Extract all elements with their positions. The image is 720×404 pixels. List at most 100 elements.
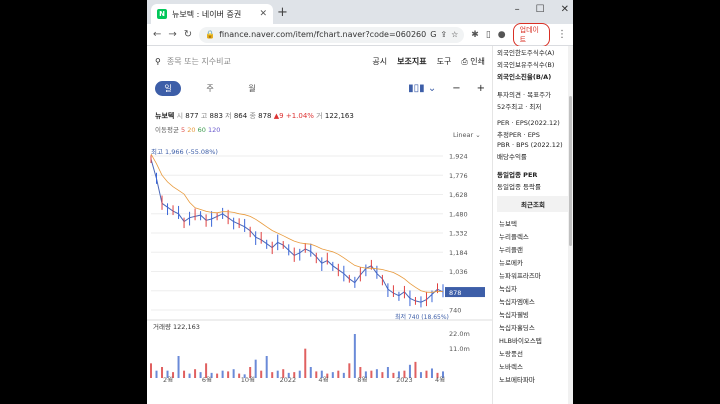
volume-tick-label: 11.0m xyxy=(449,345,470,353)
share-icon[interactable]: ⇪ xyxy=(440,30,447,39)
browser-window: N 뉴보텍 : 네이버 증권 ✕ + – ☐ ✕ ← → ↻ 🔒 finance… xyxy=(147,0,573,404)
period-week[interactable]: 주 xyxy=(197,83,223,94)
zoom-in-icon[interactable]: + xyxy=(477,83,485,94)
scale-select[interactable]: Linear ⌄ xyxy=(453,131,481,139)
x-tick-label: 8월 xyxy=(357,375,367,382)
volume-bar xyxy=(276,370,279,378)
stock-search-input[interactable]: 종목 또는 지수비교 xyxy=(167,56,373,67)
volume-bar xyxy=(419,372,422,378)
volume-bar xyxy=(392,372,395,378)
price-series-line xyxy=(150,158,444,303)
period-day[interactable]: 일 xyxy=(155,80,181,96)
volume-bar xyxy=(348,363,351,378)
volume-bar xyxy=(337,370,340,378)
minimize-icon[interactable]: – xyxy=(515,4,520,15)
price-tick-label: 1,332 xyxy=(449,230,468,238)
recent-stock-link[interactable]: 누리플렉스 xyxy=(493,229,573,242)
open-price: 877 xyxy=(185,112,199,120)
volume-bar xyxy=(216,373,219,378)
update-button[interactable]: 업데이트 xyxy=(512,22,550,47)
x-tick-label: 2023 xyxy=(396,376,413,382)
address-bar[interactable]: 🔒 finance.naver.com/item/fchart.naver?co… xyxy=(199,26,465,43)
recent-stock-link[interactable]: 뉴보텍 xyxy=(493,216,573,229)
reload-icon[interactable]: ↻ xyxy=(184,29,192,40)
zoom-out-icon[interactable]: − xyxy=(452,83,460,94)
google-icon[interactable]: G xyxy=(430,30,436,39)
volume-bar xyxy=(221,370,224,378)
price-change-pct: +1.04% xyxy=(285,112,314,120)
volume-bar xyxy=(309,367,312,378)
lock-icon: 🔒 xyxy=(205,30,216,39)
recent-stock-link[interactable]: 뉴파워프라즈마 xyxy=(493,268,573,281)
info-line: PBR · BPS (2022.12) xyxy=(497,141,563,149)
back-icon[interactable]: ← xyxy=(153,29,161,40)
volume-bar xyxy=(304,348,307,378)
recent-stock-link[interactable]: 노브메타파마 xyxy=(493,372,573,385)
high-price: 883 xyxy=(209,112,223,120)
recent-stock-link[interactable]: 노바렉스 xyxy=(493,359,573,372)
x-tick-label: 6월 xyxy=(202,375,212,382)
volume-bar xyxy=(370,370,373,378)
price-tick-label: 1,776 xyxy=(449,172,468,180)
price-tick-label: 740 xyxy=(449,307,461,315)
profile-icon[interactable]: ● xyxy=(498,30,506,40)
volume-bar xyxy=(260,370,263,378)
chart-page: ⚲ 종목 또는 지수비교 공시 보조지표 도구 ⎙ 인쇄 일 주 월 ▮▯▮ ⌄… xyxy=(147,46,492,404)
price-tick-label: 1,480 xyxy=(449,210,468,218)
maximize-icon[interactable]: ☐ xyxy=(536,4,545,15)
price-tick-label: 1,924 xyxy=(449,153,468,161)
menu-indicators[interactable]: 보조지표 xyxy=(397,56,426,67)
info-line: 외국인소진율(B/A) xyxy=(497,73,552,81)
close-window-icon[interactable]: ✕ xyxy=(561,4,569,15)
recent-stock-link[interactable]: HLB바이오스텝 xyxy=(493,333,573,346)
period-month[interactable]: 월 xyxy=(239,83,265,94)
menu-kebab-icon[interactable]: ⋮ xyxy=(557,29,567,40)
close-tab-icon[interactable]: ✕ xyxy=(259,9,267,19)
info-line: 외국인보유주식수(B) xyxy=(497,61,555,69)
candle-type-icon[interactable]: ▮▯▮ ⌄ xyxy=(408,83,436,94)
x-tick-label: 2022 xyxy=(280,376,297,382)
stock-name: 뉴보텍 xyxy=(155,112,175,120)
recent-stock-link[interactable]: 노랑풍선 xyxy=(493,346,573,359)
volume-panel-label: 거래량 122,163 xyxy=(153,322,200,331)
volume-bar xyxy=(177,356,180,378)
current-price-label: 878 xyxy=(449,289,461,297)
menu-disclosure[interactable]: 공시 xyxy=(372,56,387,67)
recent-stock-link[interactable]: 녹십자 xyxy=(493,281,573,294)
volume-bar xyxy=(194,369,197,378)
side-panel-icon[interactable]: ▯ xyxy=(486,30,491,40)
volume-bar xyxy=(414,361,417,378)
volume-bar xyxy=(232,369,235,378)
price-tick-label: 1,628 xyxy=(449,191,468,199)
forward-icon[interactable]: → xyxy=(168,29,176,40)
browser-tab[interactable]: N 뉴보텍 : 네이버 증권 ✕ xyxy=(151,4,273,24)
menu-print[interactable]: ⎙ 인쇄 xyxy=(461,56,485,67)
volume-bar xyxy=(425,370,428,378)
bookmark-star-icon[interactable]: ☆ xyxy=(451,30,458,39)
volume-tick-label: 22.0m xyxy=(449,330,470,338)
new-tab-button[interactable]: + xyxy=(277,5,288,20)
naver-favicon-icon: N xyxy=(157,9,167,19)
volume-bar xyxy=(342,372,345,378)
price-chart[interactable]: 1,9241,7761,6281,4801,3321,1841,03688874… xyxy=(147,142,492,382)
moving-average-legend: 이동평균 5 20 60 120 xyxy=(155,126,221,134)
volume-bar xyxy=(430,368,433,378)
x-tick-label: 10월 xyxy=(241,375,255,382)
volume-bar xyxy=(353,334,356,378)
tab-title: 뉴보텍 : 네이버 증권 xyxy=(172,9,242,19)
page-scrollbar[interactable] xyxy=(568,46,573,404)
volume-bar xyxy=(375,369,378,378)
recent-stock-link[interactable]: 녹십자홀딩스 xyxy=(493,320,573,333)
low-price: 864 xyxy=(233,112,248,120)
recent-views-header: 최근조회 xyxy=(497,196,569,212)
info-line: 외국인한도주식수(A) xyxy=(497,49,555,57)
search-icon[interactable]: ⚲ xyxy=(155,57,161,66)
volume-bar xyxy=(183,370,186,378)
recent-stock-link[interactable]: 녹십자웰빙 xyxy=(493,307,573,320)
extensions-icon[interactable]: ✱ xyxy=(471,30,479,40)
recent-stock-link[interactable]: 누리플랜 xyxy=(493,242,573,255)
recent-stock-link[interactable]: 뉴로메카 xyxy=(493,255,573,268)
volume-bar xyxy=(188,373,191,378)
recent-stock-link[interactable]: 녹십자엠에스 xyxy=(493,294,573,307)
menu-tools[interactable]: 도구 xyxy=(437,56,452,67)
